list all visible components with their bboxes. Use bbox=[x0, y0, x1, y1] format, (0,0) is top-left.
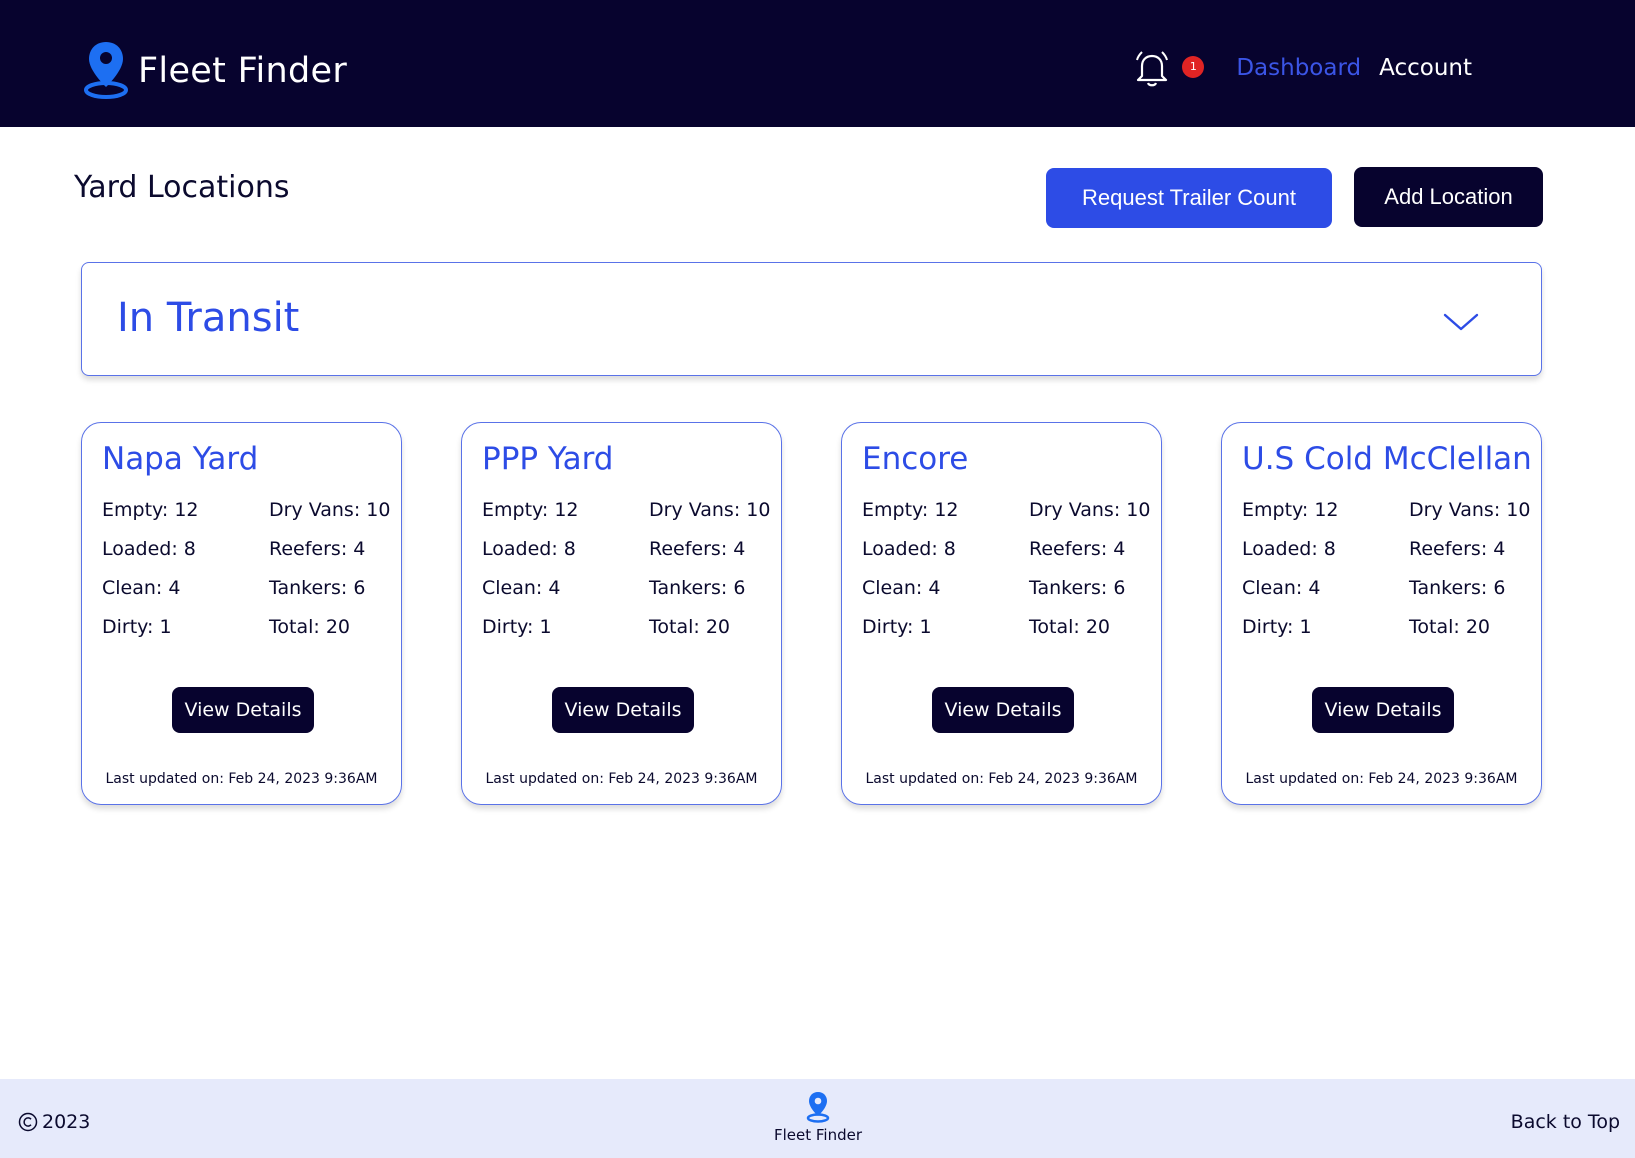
stat-empty: Empty: 12 bbox=[1242, 499, 1339, 521]
map-pin-icon bbox=[806, 1092, 830, 1123]
stat-dirty: Dirty: 1 bbox=[482, 616, 552, 638]
in-transit-accordion[interactable]: In Transit bbox=[81, 262, 1542, 376]
stat-empty: Empty: 12 bbox=[482, 499, 579, 521]
location-card: PPP Yard Empty: 12 Loaded: 8 Clean: 4 Di… bbox=[461, 422, 782, 805]
brand-logo-link[interactable]: Fleet Finder bbox=[84, 40, 347, 102]
chevron-down-icon bbox=[1443, 313, 1479, 331]
notification-badge: 1 bbox=[1182, 56, 1205, 78]
view-details-button[interactable]: View Details bbox=[172, 687, 314, 733]
stat-reefers: Reefers: 4 bbox=[649, 538, 746, 560]
location-card: U.S Cold McClellan Empty: 12 Loaded: 8 C… bbox=[1221, 422, 1542, 805]
stat-loaded: Loaded: 8 bbox=[862, 538, 956, 560]
location-name: Napa Yard bbox=[102, 441, 259, 477]
stat-clean: Clean: 4 bbox=[482, 577, 561, 599]
stat-tankers: Tankers: 6 bbox=[1409, 577, 1506, 599]
nav-dashboard-link[interactable]: Dashboard bbox=[1236, 55, 1361, 81]
page-title: Yard Locations bbox=[74, 170, 290, 205]
location-card: Encore Empty: 12 Loaded: 8 Clean: 4 Dirt… bbox=[841, 422, 1162, 805]
bell-icon bbox=[1136, 51, 1169, 87]
footer-brand-name: Fleet Finder bbox=[773, 1126, 863, 1144]
view-details-button[interactable]: View Details bbox=[552, 687, 694, 733]
footer-brand-link[interactable]: Fleet Finder bbox=[760, 1091, 876, 1144]
last-updated-text: Last updated on: Feb 24, 2023 9:36AM bbox=[865, 771, 1138, 787]
view-details-button[interactable]: View Details bbox=[932, 687, 1074, 733]
location-name: U.S Cold McClellan bbox=[1242, 441, 1532, 477]
stat-total: Total: 20 bbox=[1029, 616, 1110, 638]
back-to-top-link[interactable]: Back to Top bbox=[1511, 1111, 1620, 1133]
location-card: Napa Yard Empty: 12 Loaded: 8 Clean: 4 D… bbox=[81, 422, 402, 805]
stat-tankers: Tankers: 6 bbox=[269, 577, 366, 599]
stat-total: Total: 20 bbox=[1409, 616, 1490, 638]
stat-clean: Clean: 4 bbox=[102, 577, 181, 599]
stat-empty: Empty: 12 bbox=[862, 499, 959, 521]
nav-account-link[interactable]: Account bbox=[1379, 55, 1472, 81]
stat-loaded: Loaded: 8 bbox=[102, 538, 196, 560]
stat-dry-vans: Dry Vans: 10 bbox=[1029, 499, 1151, 521]
stat-clean: Clean: 4 bbox=[862, 577, 941, 599]
last-updated-text: Last updated on: Feb 24, 2023 9:36AM bbox=[105, 771, 378, 787]
in-transit-title: In Transit bbox=[117, 295, 300, 341]
stat-reefers: Reefers: 4 bbox=[1409, 538, 1506, 560]
stat-clean: Clean: 4 bbox=[1242, 577, 1321, 599]
location-name: PPP Yard bbox=[482, 441, 614, 477]
stat-reefers: Reefers: 4 bbox=[269, 538, 366, 560]
stat-tankers: Tankers: 6 bbox=[649, 577, 746, 599]
main-nav: 1 Dashboard Account bbox=[1134, 48, 1472, 88]
stat-reefers: Reefers: 4 bbox=[1029, 538, 1126, 560]
brand-name: Fleet Finder bbox=[138, 51, 348, 91]
stat-total: Total: 20 bbox=[269, 616, 350, 638]
copyright: 2023 bbox=[18, 1111, 90, 1133]
map-pin-icon bbox=[84, 42, 128, 99]
stat-empty: Empty: 12 bbox=[102, 499, 199, 521]
stat-dry-vans: Dry Vans: 10 bbox=[1409, 499, 1531, 521]
stat-loaded: Loaded: 8 bbox=[1242, 538, 1336, 560]
view-details-button[interactable]: View Details bbox=[1312, 687, 1454, 733]
stat-dry-vans: Dry Vans: 10 bbox=[269, 499, 391, 521]
last-updated-text: Last updated on: Feb 24, 2023 9:36AM bbox=[485, 771, 758, 787]
last-updated-text: Last updated on: Feb 24, 2023 9:36AM bbox=[1245, 771, 1518, 787]
request-trailer-count-button[interactable]: Request Trailer Count bbox=[1046, 168, 1332, 228]
copyright-year: 2023 bbox=[42, 1111, 91, 1133]
stat-dirty: Dirty: 1 bbox=[862, 616, 932, 638]
footer: 2023 Fleet Finder Back to Top bbox=[0, 1079, 1635, 1158]
add-location-button[interactable]: Add Location bbox=[1354, 167, 1543, 227]
location-name: Encore bbox=[862, 441, 969, 477]
notifications-button[interactable]: 1 bbox=[1134, 48, 1205, 88]
stat-loaded: Loaded: 8 bbox=[482, 538, 576, 560]
top-navbar: Fleet Finder 1 Dashboard Account bbox=[0, 0, 1635, 127]
stat-dry-vans: Dry Vans: 10 bbox=[649, 499, 771, 521]
stat-tankers: Tankers: 6 bbox=[1029, 577, 1126, 599]
stat-dirty: Dirty: 1 bbox=[102, 616, 172, 638]
stat-dirty: Dirty: 1 bbox=[1242, 616, 1312, 638]
stat-total: Total: 20 bbox=[649, 616, 730, 638]
copyright-icon bbox=[18, 1112, 38, 1132]
